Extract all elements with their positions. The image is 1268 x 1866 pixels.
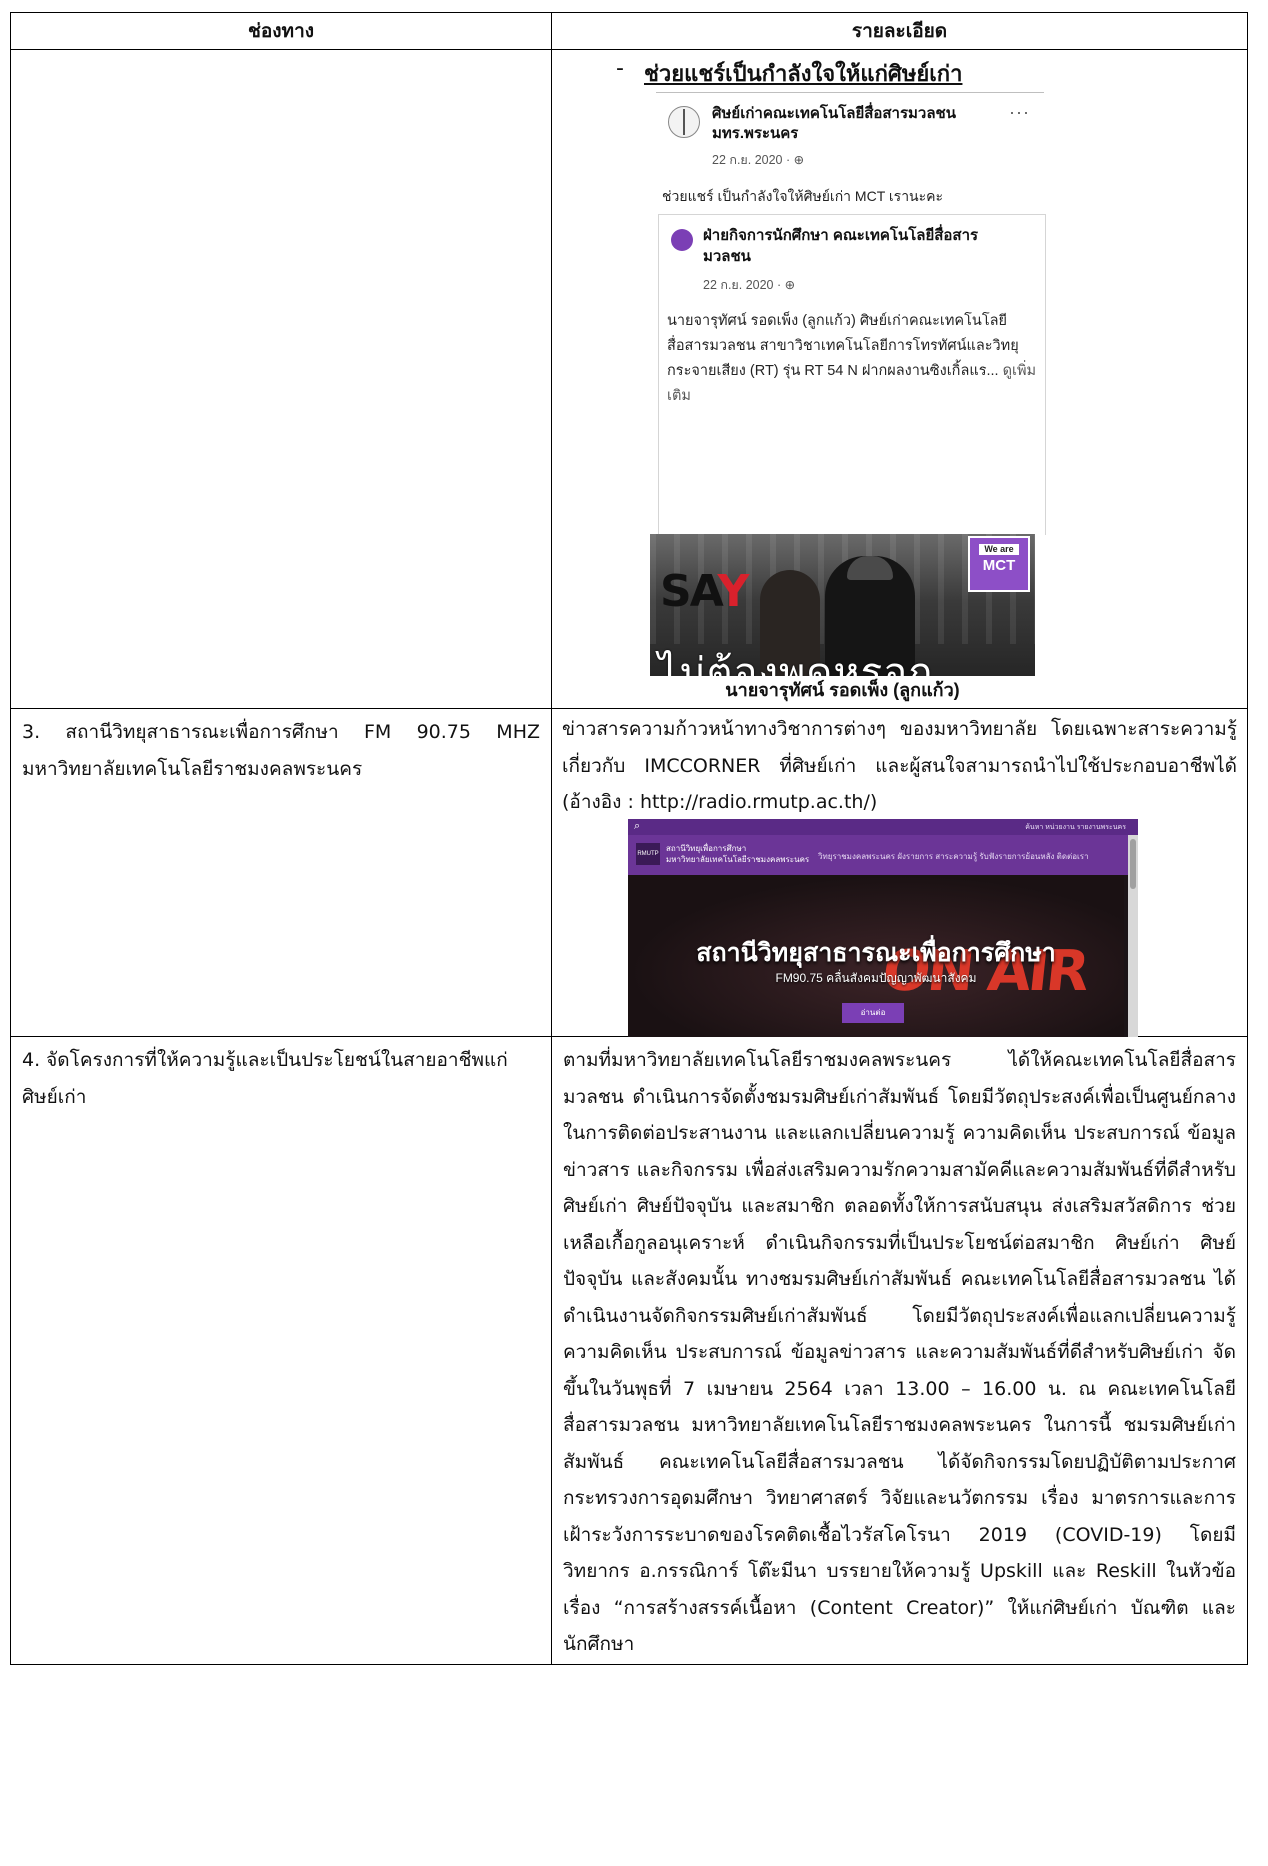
- header-detail: รายละเอียด: [551, 12, 1248, 50]
- shared-post-author: ฝ่ายกิจการนักศึกษา คณะเทคโนโลยีสื่อสาร ม…: [703, 227, 979, 265]
- photo-name-caption: นายจารุทัศน์ รอดเพ็ง (ลูกแก้ว): [650, 676, 1035, 702]
- row2-detail-cell: ข่าวสารความก้าวหน้าทางวิชาการต่างๆ ของมห…: [551, 708, 1248, 1037]
- shared-post: ฝ่ายกิจการนักศึกษา คณะเทคโนโลยีสื่อสาร ม…: [658, 214, 1046, 535]
- site-topbar: ⌕ ค้นหา หน่วยงาน รายงานพระนคร: [628, 819, 1138, 835]
- post-text: ช่วยแชร์ เป็นกำลังใจให้ศิษย์เก่า MCT เรา…: [662, 188, 944, 204]
- site-logo: RMUTP: [636, 843, 660, 865]
- search-icon: ⌕: [634, 820, 641, 832]
- site-menu: วิทยุราชมงคลพระนคร ผังรายการ สาระความรู้…: [818, 852, 1089, 861]
- photo-say-text: SAY: [660, 566, 749, 617]
- site-navbar: RMUTP สถานีวิทยุเพื่อการศึกษา มหาวิทยาลั…: [628, 835, 1138, 875]
- shared-page-avatar-icon: [671, 229, 693, 251]
- post-photo: SAY We are MCT ไม่ต้องพูดหรอก นายจารุทัศ…: [650, 534, 1035, 702]
- globe-icon: ⊕: [784, 278, 796, 292]
- hero-subtitle: FM90.75 คลื่นสังคมปัญญาพัฒนาสังคม: [775, 971, 977, 985]
- detail-text: ตามที่มหาวิทยาลัยเทคโนโลยีราชมงคลพระนคร …: [563, 1049, 1236, 1655]
- row3-channel-cell: 4. จัดโครงการที่ให้ความรู้และเป็นประโยชน…: [10, 1036, 552, 1665]
- document-page: ช่องทาง รายละเอียด - ช่วยแชร์เป็นกำลังใจ…: [0, 0, 1268, 1866]
- shared-post-date: 22 ก.ย. 2020 · ⊕: [703, 278, 796, 292]
- mct-badge: We are MCT: [968, 536, 1030, 592]
- bullet-dash: -: [616, 56, 624, 81]
- scrollbar-thumb: [1130, 839, 1136, 889]
- row1-channel-cell: [10, 49, 552, 709]
- scrollbar: [1128, 835, 1138, 1037]
- table-row: - ช่วยแชร์เป็นกำลังใจให้แก่ศิษย์เก่า ศิษ…: [10, 49, 1248, 709]
- channel-text: 4. จัดโครงการที่ให้ความรู้และเป็นประโยชน…: [22, 1049, 508, 1108]
- row2-channel-cell: 3. สถานีวิทยุสาธารณะเพื่อการศึกษา FM 90.…: [10, 708, 552, 1037]
- channel-text: 3. สถานีวิทยุสาธารณะเพื่อการศึกษา FM 90.…: [22, 721, 540, 780]
- hero-banner: ON AIR สถานีวิทยุสาธารณะเพื่อการศึกษา FM…: [628, 875, 1124, 1037]
- radio-website-screenshot: ⌕ ค้นหา หน่วยงาน รายงานพระนคร RMUTP สถาน…: [628, 819, 1138, 1037]
- divider: [656, 92, 1044, 93]
- read-more-button: อ่านต่อ: [842, 1003, 904, 1023]
- post-author: ศิษย์เก่าคณะเทคโนโลยีสื่อสารมวลชน มทร.พร…: [712, 105, 956, 142]
- row1-detail-cell: - ช่วยแชร์เป็นกำลังใจให้แก่ศิษย์เก่า ศิษ…: [551, 49, 1248, 709]
- more-options-icon: ···: [1009, 102, 1030, 122]
- hero-title: สถานีวิทยุสาธารณะเพื่อการศึกษา: [696, 939, 1056, 967]
- row3-detail-cell: ตามที่มหาวิทยาลัยเทคโนโลยีราชมงคลพระนคร …: [551, 1036, 1248, 1665]
- detail-text: ข่าวสารความก้าวหน้าทางวิชาการต่างๆ ของมห…: [562, 718, 1237, 813]
- channels-table: ช่องทาง รายละเอียด - ช่วยแชร์เป็นกำลังใจ…: [10, 12, 1248, 1665]
- table-row: 3. สถานีวิทยุสาธารณะเพื่อการศึกษา FM 90.…: [10, 708, 1248, 1037]
- table-row: 4. จัดโครงการที่ให้ความรู้และเป็นประโยชน…: [10, 1036, 1248, 1665]
- share-heading: - ช่วยแชร์เป็นกำลังใจให้แก่ศิษย์เก่า: [616, 56, 963, 87]
- table-header-row: ช่องทาง รายละเอียด: [10, 12, 1248, 50]
- globe-icon: ⊕: [793, 153, 805, 167]
- topbar-links: ค้นหา หน่วยงาน รายงานพระนคร: [1025, 824, 1126, 831]
- facebook-post-screenshot: ศิษย์เก่าคณะเทคโนโลยีสื่อสารมวลชน มทร.พร…: [650, 92, 1046, 702]
- header-channel: ช่องทาง: [10, 12, 552, 50]
- page-avatar-icon: [668, 106, 700, 138]
- post-date: 22 ก.ย. 2020 · ⊕: [712, 153, 805, 167]
- site-logo-text: สถานีวิทยุเพื่อการศึกษา มหาวิทยาลัยเทคโน…: [666, 844, 810, 864]
- shared-post-text: นายจารุทัศน์ รอดเพ็ง (ลูกแก้ว) ศิษย์เก่า…: [667, 313, 1037, 404]
